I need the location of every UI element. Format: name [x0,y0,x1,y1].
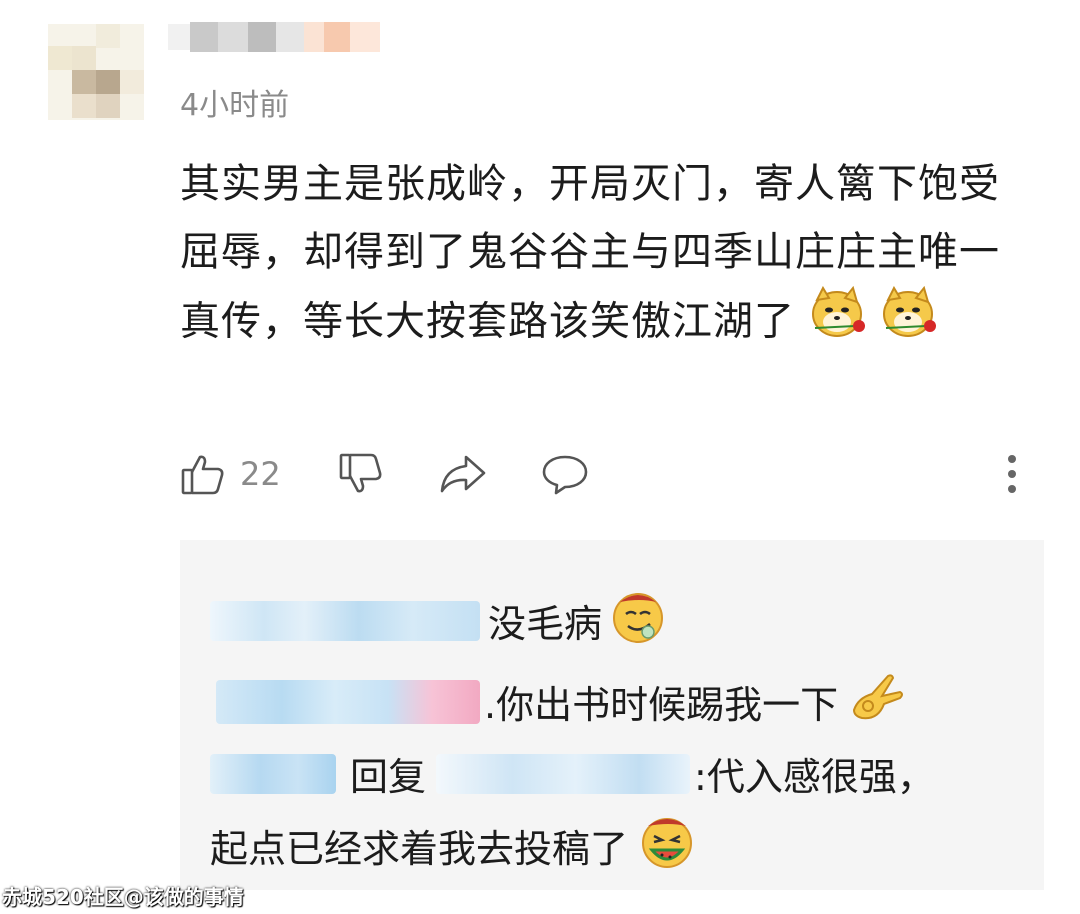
share-button[interactable] [438,446,488,502]
reply-item[interactable]: 没毛病 [210,588,666,653]
thumbs-up-icon [180,451,226,497]
reply-author-blurred[interactable] [210,600,480,641]
reply-word: 回复 [350,755,427,799]
comment-icon [540,451,590,497]
reply-author-blurred[interactable] [216,679,480,724]
reply-button[interactable] [540,446,590,502]
reply-item[interactable]: .你出书时候踢我一下 [216,670,908,733]
watermark: 赤城520社区@该做的事情 [2,885,244,909]
smug-emoji [610,588,666,653]
share-icon [438,451,488,497]
reply-item[interactable]: 回复 :代入感很强， [210,746,935,801]
comment-text: 其实男主是张成岭，开局灭门，寄人篱下饱受屈辱，却得到了鬼谷谷主与四季山庄庄主唯一… [180,161,1000,345]
dislike-button[interactable] [338,446,384,502]
doge-rose-emoji [880,285,938,361]
ok-hand-emoji [848,670,908,733]
reply-target-blurred[interactable] [436,753,691,794]
username-blurred[interactable] [168,20,388,54]
more-icon [1002,451,1022,497]
reply-text: :代入感很强， [694,755,935,799]
reply-text: .你出书时候踢我一下 [484,683,839,727]
reply-text-continued: 起点已经求着我去投稿了 [210,827,629,871]
comment-actions: 22 [180,446,1040,502]
like-button[interactable]: 22 [180,446,281,502]
watermelon-emoji [638,812,696,879]
comment-timestamp: 4小时前 [180,88,290,123]
like-count: 22 [240,455,281,493]
doge-rose-emoji [809,285,867,361]
thumbs-down-icon [338,451,384,497]
reply-author-blurred[interactable] [210,753,336,794]
more-button[interactable] [1002,446,1022,502]
avatar[interactable] [48,24,144,120]
reply-text: 没毛病 [488,602,603,646]
reply-item-continued: 起点已经求着我去投稿了 [210,812,696,879]
comment-body: 其实男主是张成岭，开局灭门，寄人篱下饱受屈辱，却得到了鬼谷谷主与四季山庄庄主唯一… [180,150,1040,361]
replies-panel[interactable]: 没毛病 .你出书时候踢我一下 回复 :代入感很强， 起点已经求着我去投稿了 [180,540,1044,890]
